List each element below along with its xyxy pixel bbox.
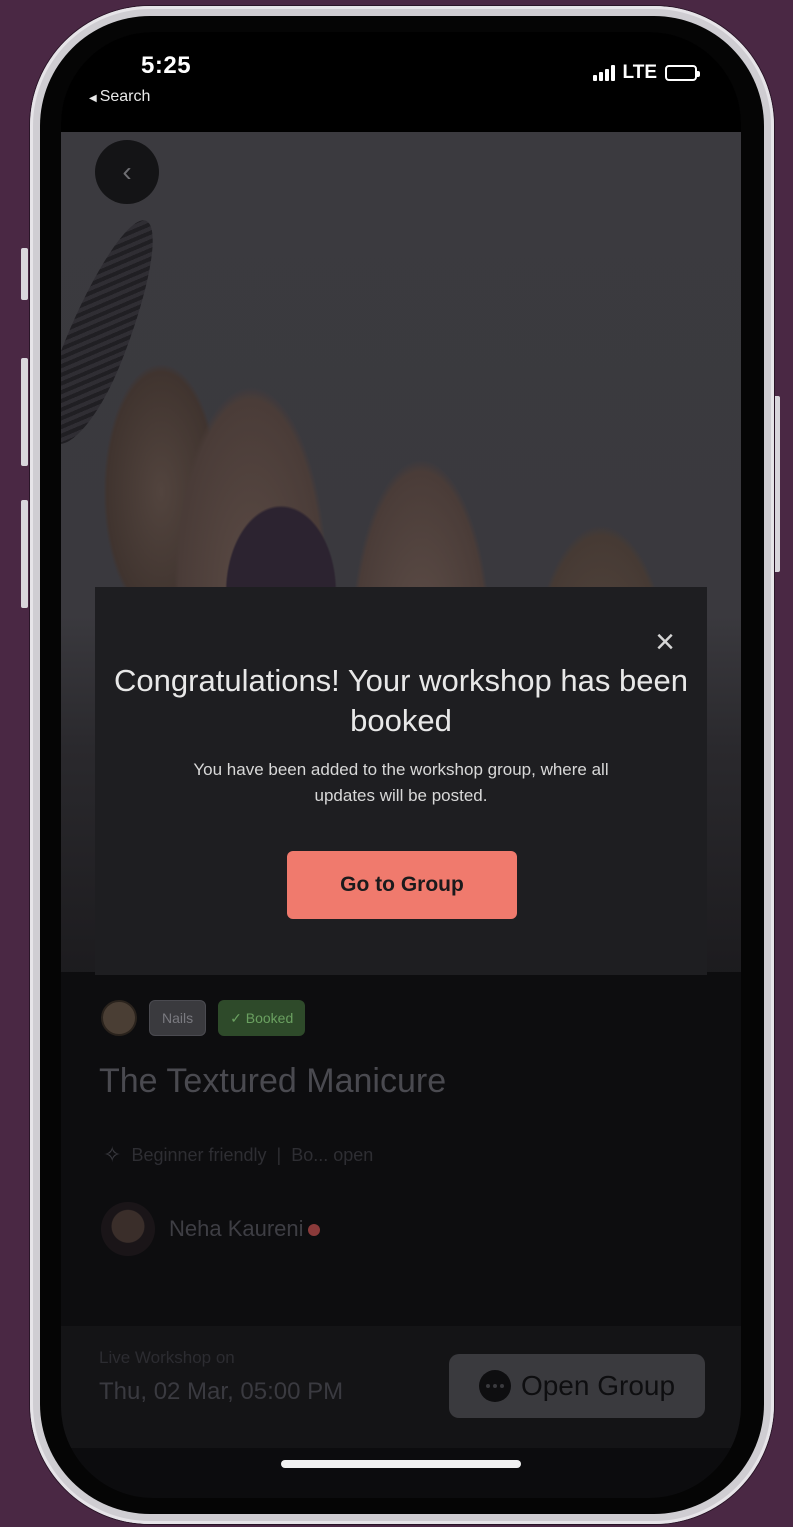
signal-icon	[592, 65, 615, 81]
workshop-meta: ✧ Beginner friendly | Bo... open	[103, 1142, 373, 1168]
back-button[interactable]: ‹	[95, 140, 159, 204]
booked-tag-label: Booked	[245, 1010, 294, 1026]
booked-tag: ✓ Booked	[218, 1000, 306, 1036]
workshop-badges: Nails ✓ Booked	[101, 1000, 306, 1036]
live-workshop-label: Live Workshop on	[99, 1348, 235, 1367]
go-to-group-button[interactable]: Go to Group	[287, 851, 517, 919]
level-label: Beginner friendly	[131, 1144, 267, 1165]
battery-icon	[665, 65, 700, 81]
level-icon: ✧	[103, 1142, 122, 1167]
modal-message: You have been added to the workshop grou…	[193, 760, 609, 805]
host-name: Neha Kaureni	[169, 1216, 320, 1242]
host-avatar	[101, 1202, 155, 1256]
volume-up-button	[21, 358, 28, 466]
status-indicators: LTE	[592, 62, 700, 84]
language-label: Bo... open	[291, 1144, 374, 1165]
home-indicator[interactable]	[281, 1460, 521, 1468]
meta-separator: |	[276, 1144, 282, 1165]
booking-confirmation-modal: × Congratulations! Your workshop has bee…	[95, 587, 707, 975]
bottom-action-bar: Live Workshop on Thu, 02 Mar, 05:00 PM O…	[61, 1326, 741, 1448]
volume-down-button	[21, 500, 28, 608]
host-profile[interactable]: Neha Kaureni	[101, 1202, 320, 1256]
phone-screen: 5:25 ◀ Search LTE ‹ Nails ✓ Booked The Te…	[61, 32, 741, 1498]
modal-title: Congratulations! Your workshop has been …	[114, 663, 688, 738]
live-workshop-date: Thu, 02 Mar, 05:00 PM	[99, 1378, 344, 1405]
verified-icon	[307, 1224, 320, 1236]
chat-bubble-icon	[478, 1370, 511, 1402]
category-icon	[101, 1000, 137, 1036]
chevron-left-icon: ‹	[122, 156, 132, 187]
network-label: LTE	[622, 62, 657, 83]
category-tag: Nails	[149, 1000, 207, 1036]
close-icon[interactable]: ×	[651, 625, 679, 659]
power-button	[773, 396, 780, 572]
back-to-search-label: Search	[99, 88, 151, 105]
workshop-title: The Textured Manicure	[99, 1062, 447, 1100]
open-group-button[interactable]: Open Group	[449, 1354, 705, 1418]
status-time: 5:25	[141, 52, 192, 79]
back-to-search-link[interactable]: ◀ Search	[89, 88, 150, 106]
host-name-text: Neha Kaureni	[169, 1216, 304, 1241]
back-triangle-icon: ◀	[89, 93, 97, 104]
open-group-label: Open Group	[520, 1370, 676, 1401]
feather-decoration	[61, 209, 174, 455]
check-icon: ✓	[230, 1009, 246, 1026]
status-bar: 5:25 ◀ Search LTE	[61, 32, 741, 132]
workshop-details: Nails ✓ Booked The Textured Manicure ✧ B…	[61, 972, 741, 1327]
volume-silent-switch	[21, 248, 28, 300]
